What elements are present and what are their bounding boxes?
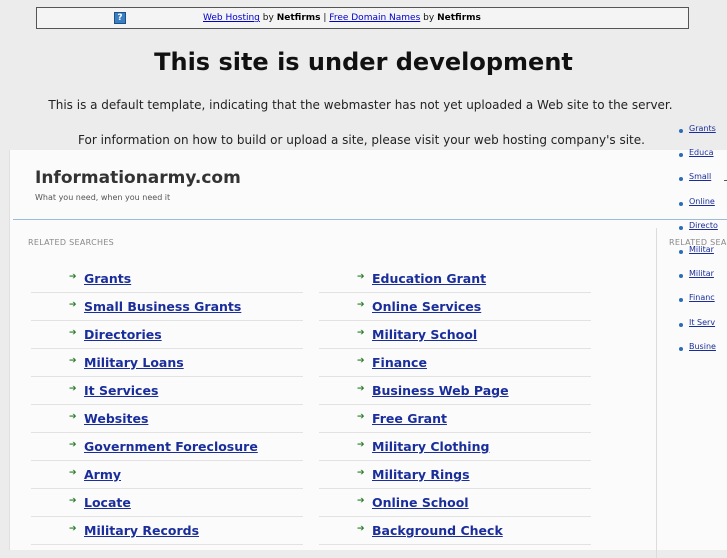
web-hosting-link[interactable]: Web Hosting	[203, 13, 260, 23]
arrow-right-icon: ➔	[69, 412, 77, 422]
related-link[interactable]: It Services	[84, 383, 158, 398]
sidebar-related-link[interactable]: Online	[689, 197, 715, 206]
free-domain-link[interactable]: Free Domain Names	[329, 13, 420, 23]
related-link[interactable]: Government Foreclosure	[84, 439, 258, 454]
related-link-row[interactable]: ➔ Military Rings	[319, 461, 591, 489]
default-template-note: This is a default template, indicating t…	[48, 98, 673, 112]
related-link-row[interactable]: ➔ Free Grant	[319, 405, 591, 433]
related-link[interactable]: Free Grant	[372, 411, 447, 426]
bullet-icon	[679, 225, 683, 230]
related-link-row[interactable]: ➔ It Services	[31, 377, 303, 405]
sidebar-divider	[656, 228, 657, 558]
arrow-right-icon: ➔	[69, 328, 77, 338]
hosting-banner: ? Web Hosting by Netfirms | Free Domain …	[36, 7, 689, 29]
header-divider	[13, 219, 727, 220]
bullet-icon	[679, 129, 683, 133]
related-link-row[interactable]: ➔ Education Grant	[319, 265, 591, 293]
by-text: by	[262, 13, 274, 23]
page-headline: This site is under development	[154, 48, 573, 76]
arrow-right-icon: ➔	[69, 272, 77, 282]
related-link-row[interactable]: ➔ Military Records	[31, 517, 303, 545]
related-link-row[interactable]: ➔ Locate	[31, 489, 303, 517]
related-link[interactable]: Army	[84, 467, 121, 482]
sidebar-related-link[interactable]: Militar	[689, 269, 714, 278]
related-link-row[interactable]: ➔ Online Services	[319, 293, 591, 321]
arrow-right-icon: ➔	[357, 356, 365, 366]
arrow-right-icon: ➔	[357, 384, 365, 394]
related-link-row[interactable]: ➔ Business Web Page	[319, 377, 591, 405]
arrow-right-icon: ➔	[357, 272, 365, 282]
arrow-right-icon: ➔	[69, 300, 77, 310]
sidebar-related-link[interactable]: Directo	[689, 221, 718, 230]
arrow-right-icon: ➔	[69, 384, 77, 394]
related-link[interactable]: Military Loans	[84, 355, 184, 370]
arrow-right-icon: ➔	[357, 524, 365, 534]
related-link-row[interactable]: ➔ Online School	[319, 489, 591, 517]
sidebar-related-link[interactable]: Grants	[689, 124, 716, 133]
sidebar-related-link[interactable]: Small	[689, 172, 711, 181]
sidebar-related-link[interactable]: Educa	[689, 148, 714, 157]
related-link[interactable]: Military Rings	[372, 467, 470, 482]
related-links-column-1: ➔ Grants ➔ Small Business Grants ➔ Director…	[31, 265, 303, 545]
related-link[interactable]: Military School	[372, 327, 477, 342]
related-link[interactable]: Online Services	[372, 299, 481, 314]
site-tagline: What you need, when you need it	[35, 193, 171, 202]
related-link-row[interactable]: ➔ Grants	[31, 265, 303, 293]
site-title[interactable]: Informationarmy.com	[35, 168, 241, 188]
related-links-column-2: ➔ Education Grant ➔ Online Services ➔ Milit…	[319, 265, 591, 545]
banner-links: Web Hosting by Netfirms | Free Domain Na…	[203, 12, 481, 24]
related-link[interactable]: Education Grant	[372, 271, 486, 286]
bullet-icon	[679, 201, 683, 206]
separator: |	[323, 13, 327, 23]
question-icon[interactable]: ?	[114, 12, 126, 24]
arrow-right-icon: ➔	[357, 440, 365, 450]
related-link[interactable]: Military Clothing	[372, 439, 489, 454]
related-link-row[interactable]: ➔ Small Business Grants	[31, 293, 303, 321]
bullet-icon	[679, 249, 683, 254]
by-text: by	[423, 13, 435, 23]
sidebar-related-link[interactable]: Busine	[689, 342, 716, 351]
related-link[interactable]: Directories	[84, 327, 162, 342]
related-link-row[interactable]: ➔ Finance	[319, 349, 591, 377]
arrow-right-icon: ➔	[69, 468, 77, 478]
related-link-row[interactable]: ➔ Military School	[319, 321, 591, 349]
arrow-right-icon: ➔	[357, 328, 365, 338]
arrow-right-icon: ➔	[357, 412, 365, 422]
arrow-right-icon: ➔	[69, 356, 77, 366]
arrow-right-icon: ➔	[357, 300, 365, 310]
bullet-icon	[679, 322, 683, 327]
sidebar-related-link[interactable]: Militar	[689, 245, 714, 254]
related-link-row[interactable]: ➔ Background Check	[319, 517, 591, 545]
parked-domain-frame: Informationarmy.com What you need, when …	[9, 150, 727, 558]
arrow-right-icon: ➔	[69, 440, 77, 450]
related-link-row[interactable]: ➔ Websites	[31, 405, 303, 433]
related-link[interactable]: Finance	[372, 355, 427, 370]
sidebar-related-link[interactable]: Financ	[689, 293, 715, 302]
related-link[interactable]: Grants	[84, 271, 131, 286]
bullet-icon	[679, 346, 683, 351]
netfirms-text: Netfirms	[437, 13, 481, 23]
related-searches-label: RELATED SEARCHES	[28, 238, 115, 247]
arrow-right-icon: ➔	[357, 496, 365, 506]
related-link-row[interactable]: ➔ Military Clothing	[319, 433, 591, 461]
related-link-row[interactable]: ➔ Military Loans	[31, 349, 303, 377]
related-link-row[interactable]: ➔ Government Foreclosure	[31, 433, 303, 461]
netfirms-text: Netfirms	[276, 13, 321, 23]
related-link[interactable]: Websites	[84, 411, 148, 426]
hosting-info-note: For information on how to build or uploa…	[78, 133, 645, 147]
related-link-row[interactable]: ➔ Directories	[31, 321, 303, 349]
arrow-right-icon: ➔	[69, 496, 77, 506]
related-link[interactable]: Locate	[84, 495, 131, 510]
related-link[interactable]: Military Records	[84, 523, 199, 538]
related-link[interactable]: Background Check	[372, 523, 503, 538]
arrow-right-icon: ➔	[69, 524, 77, 534]
related-link[interactable]: Business Web Page	[372, 383, 509, 398]
arrow-right-icon: ➔	[357, 468, 365, 478]
related-link[interactable]: Online School	[372, 495, 469, 510]
sidebar-related-link[interactable]: It Serv	[689, 318, 715, 327]
related-link-row[interactable]: ➔ Army	[31, 461, 303, 489]
related-link[interactable]: Small Business Grants	[84, 299, 241, 314]
